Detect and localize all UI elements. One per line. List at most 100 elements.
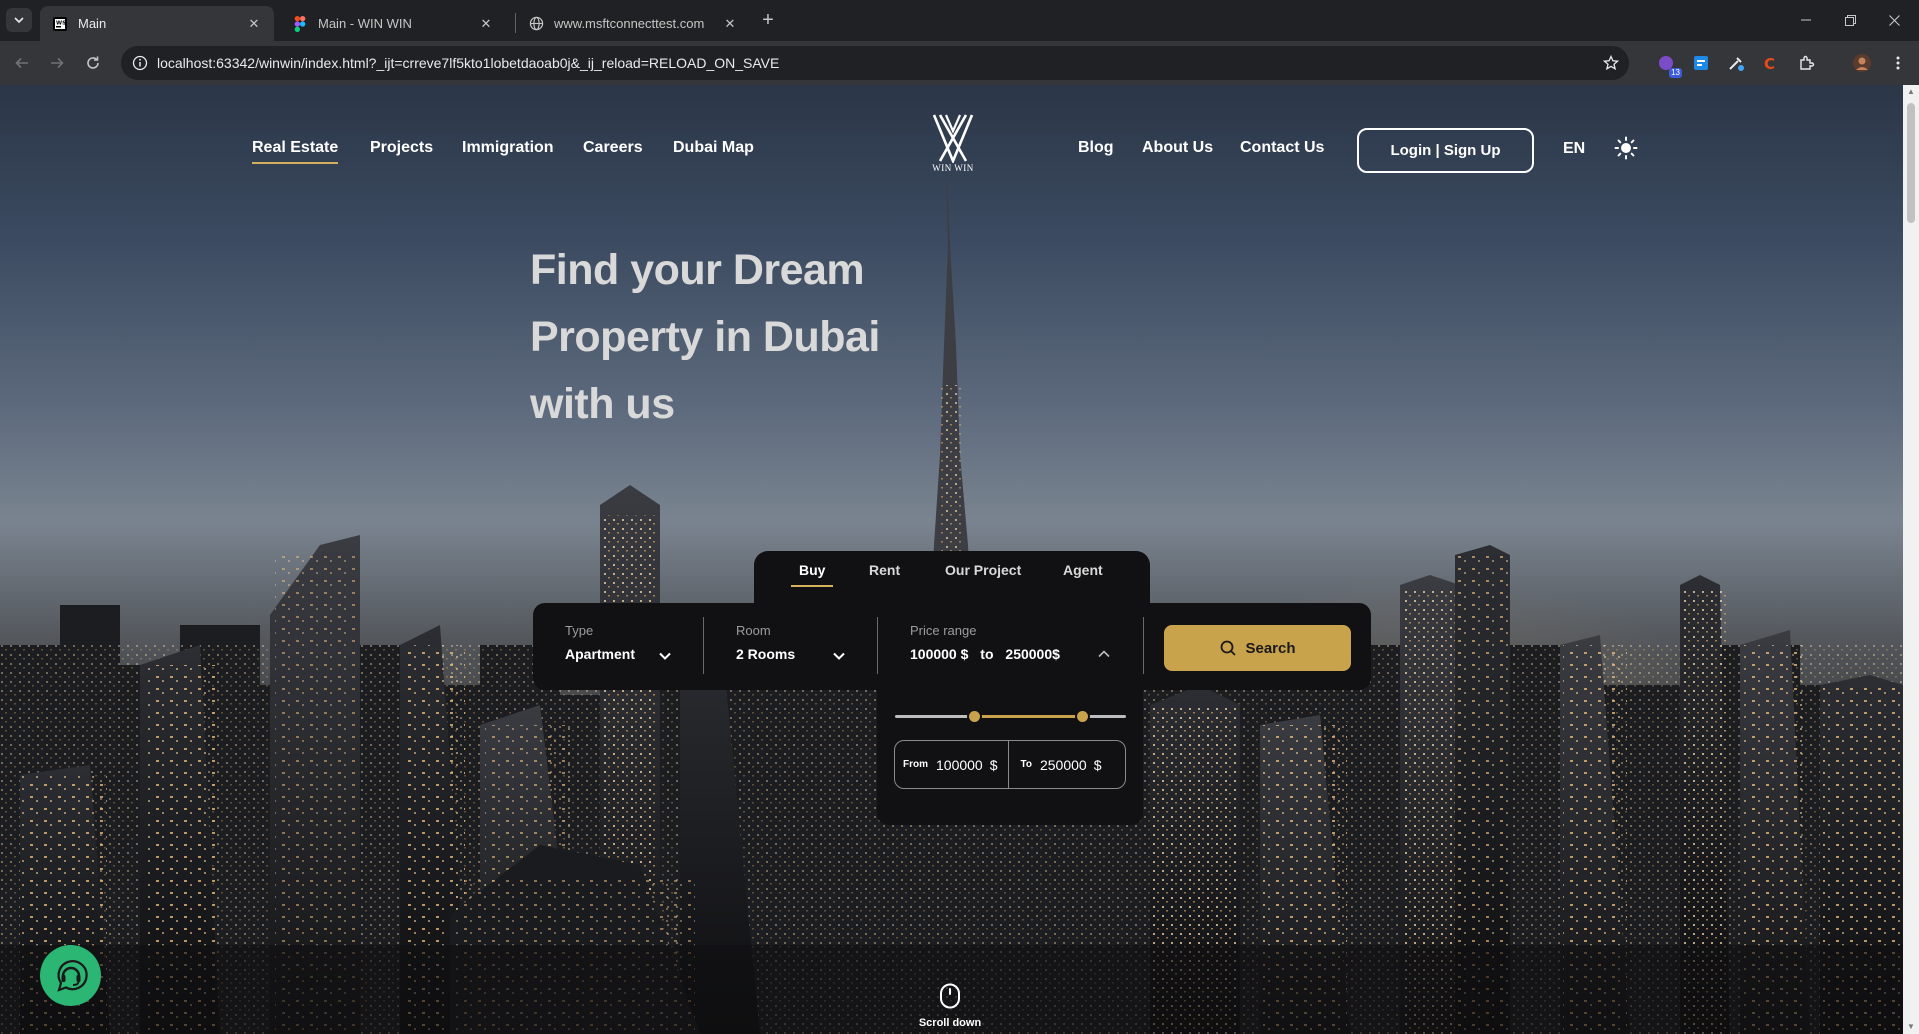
price-range-joiner: to	[980, 646, 994, 662]
tab-our-project[interactable]: Our Project	[945, 562, 1021, 578]
nav-careers[interactable]: Careers	[583, 139, 643, 157]
search-button-label: Search	[1245, 639, 1296, 657]
logo-caption: WIN WIN	[932, 163, 974, 173]
reload-button[interactable]	[81, 51, 105, 75]
page-scrollbar[interactable]: ▲ ▼	[1903, 85, 1919, 1034]
extension-badge: 13	[1669, 68, 1682, 78]
sun-theme-toggle-icon[interactable]	[1614, 136, 1638, 160]
headset-support-icon	[56, 959, 88, 992]
tab-rent[interactable]: Rent	[869, 562, 900, 578]
price-range-slider[interactable]	[895, 709, 1126, 724]
close-icon[interactable]: ✕	[478, 16, 494, 32]
price-from-input[interactable]: From 100000 $	[895, 741, 1008, 788]
bookmark-star-icon[interactable]	[1601, 53, 1621, 73]
field-divider	[877, 617, 878, 674]
extension-purple-icon[interactable]: 13	[1656, 53, 1682, 78]
globe-icon	[528, 16, 544, 32]
browser-tab-winwin[interactable]: Main - WIN WIN ✕	[280, 6, 506, 41]
price-range-label: Price range	[910, 623, 977, 638]
slider-max-handle[interactable]	[1075, 709, 1091, 724]
restore-icon	[1844, 14, 1856, 26]
to-prefix: To	[1020, 759, 1032, 770]
search-button[interactable]: Search	[1164, 625, 1351, 671]
hero-title-line: Property in Dubai	[530, 313, 880, 361]
nav-dubai-map[interactable]: Dubai Map	[673, 139, 754, 157]
extension-blue-icon[interactable]	[1691, 53, 1711, 73]
tab-agent[interactable]: Agent	[1063, 562, 1103, 578]
chevron-down-icon	[14, 17, 24, 24]
profile-avatar[interactable]	[1852, 53, 1872, 73]
price-range-inputs: From 100000 $ To 250000 $	[894, 740, 1126, 789]
browser-menu-icon[interactable]	[1888, 53, 1908, 73]
nav-about-us[interactable]: About Us	[1142, 139, 1213, 157]
from-value: 100000	[936, 756, 983, 773]
scrollbar-thumb[interactable]	[1907, 103, 1915, 223]
price-range-dropdown: From 100000 $ To 250000 $	[877, 688, 1143, 825]
room-select[interactable]: Room 2 Rooms	[736, 623, 795, 662]
type-label: Type	[565, 623, 594, 638]
field-divider	[703, 617, 704, 674]
slider-selected-range	[973, 715, 1083, 718]
mouse-icon	[940, 983, 960, 1009]
new-tab-button[interactable]: +	[758, 9, 778, 31]
browser-tab-main[interactable]: WS Main ✕	[40, 6, 274, 41]
extension-eyedropper-icon[interactable]	[1726, 53, 1746, 73]
url-text: localhost:63342/winwin/index.html?_ijt=c…	[157, 55, 780, 71]
from-currency: $	[989, 756, 998, 773]
restore-button[interactable]	[1833, 8, 1867, 32]
support-chat-button[interactable]	[40, 945, 101, 1006]
tab-buy[interactable]: Buy	[790, 562, 835, 587]
forward-button[interactable]	[45, 51, 69, 75]
close-icon	[1888, 14, 1900, 26]
browser-tab-msft[interactable]: www.msftconnecttest.com ✕	[516, 6, 750, 41]
price-max-text: 250000$	[1005, 646, 1060, 662]
figma-favicon-icon	[292, 15, 308, 32]
reload-icon	[87, 56, 99, 69]
login-signup-button[interactable]: Login | Sign Up	[1357, 128, 1534, 173]
winwin-logo[interactable]: WIN WIN	[920, 113, 986, 179]
site-info-icon[interactable]	[123, 46, 157, 80]
minimize-icon	[1801, 19, 1811, 21]
room-label: Room	[736, 623, 771, 638]
browser-tab-bar: WS Main ✕ Main - WIN WIN ✕ www.msftconne…	[0, 0, 1919, 41]
address-bar[interactable]: localhost:63342/winwin/index.html?_ijt=c…	[121, 46, 1629, 80]
extensions-puzzle-icon[interactable]	[1797, 53, 1817, 73]
search-icon	[1221, 640, 1237, 656]
nav-contact-us[interactable]: Contact Us	[1240, 139, 1324, 157]
minimize-button[interactable]	[1789, 8, 1823, 32]
nav-immigration[interactable]: Immigration	[462, 139, 554, 157]
extension-c-icon[interactable]: C	[1760, 53, 1780, 73]
scroll-down-label: Scroll down	[918, 1017, 982, 1029]
slider-min-handle[interactable]	[966, 709, 982, 724]
chevron-up-icon[interactable]	[1097, 647, 1111, 661]
hero-title-line: with us	[530, 380, 675, 428]
room-value: 2 Rooms	[736, 646, 796, 662]
type-select[interactable]: Type Apartment	[565, 623, 635, 662]
to-value: 250000	[1039, 756, 1087, 773]
nav-blog[interactable]: Blog	[1078, 139, 1114, 157]
language-selector[interactable]: EN	[1563, 140, 1585, 158]
arrow-left-icon	[15, 57, 28, 69]
to-currency: $	[1093, 756, 1102, 773]
browser-toolbar: localhost:63342/winwin/index.html?_ijt=c…	[0, 41, 1919, 85]
arrow-right-icon	[51, 57, 64, 69]
scroll-down-indicator[interactable]: Scroll down	[910, 983, 990, 1029]
tab-search-button[interactable]	[6, 8, 32, 32]
price-min-text: 100000 $	[910, 646, 969, 662]
hero-title: Find your Dream Property in Dubai with u…	[530, 237, 950, 438]
nav-projects[interactable]: Projects	[370, 139, 433, 157]
chevron-down-icon[interactable]	[658, 649, 672, 663]
price-to-input[interactable]: To 250000 $	[1007, 741, 1126, 788]
tab-title: www.msftconnecttest.com	[554, 16, 705, 31]
close-icon[interactable]: ✕	[722, 16, 738, 32]
scroll-up-arrow-icon[interactable]: ▲	[1907, 88, 1915, 96]
winwin-logo-mark-icon	[932, 114, 974, 163]
price-range-select[interactable]: Price range 100000 $ to 250000$	[910, 623, 1060, 662]
scroll-down-arrow-icon[interactable]: ▼	[1907, 1023, 1915, 1031]
price-range-value: 100000 $ to 250000$	[910, 646, 1060, 662]
close-window-button[interactable]	[1877, 8, 1911, 32]
chevron-down-icon[interactable]	[832, 649, 846, 663]
back-button[interactable]	[10, 51, 34, 75]
nav-real-estate[interactable]: Real Estate	[252, 139, 339, 164]
close-icon[interactable]: ✕	[246, 16, 262, 32]
